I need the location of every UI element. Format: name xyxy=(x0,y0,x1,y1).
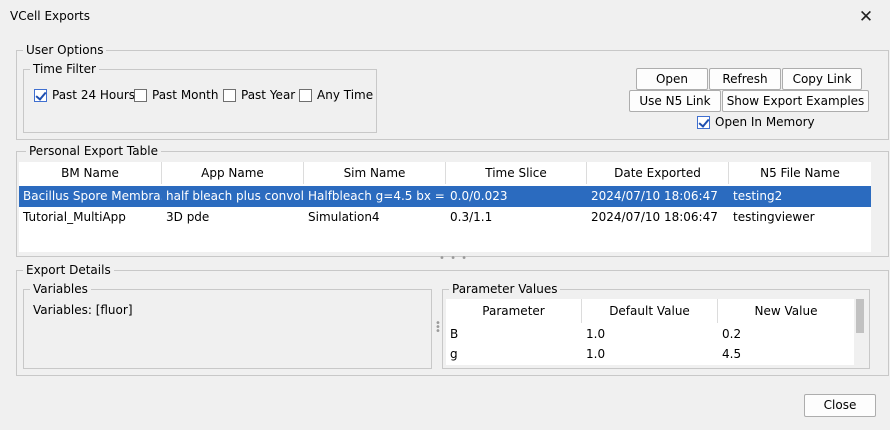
checkbox-past-year[interactable]: Past Year xyxy=(223,88,295,102)
variables-text: Variables: [fluor] xyxy=(33,303,133,317)
table-cell: 0.0/0.023 xyxy=(450,189,508,203)
table-cell: testing2 xyxy=(733,189,783,203)
time-filter-legend: Time Filter xyxy=(30,62,99,76)
export-details-legend: Export Details xyxy=(23,263,114,277)
parameter-values-legend: Parameter Values xyxy=(449,282,561,296)
checkbox-label: Past Month xyxy=(152,88,219,102)
refresh-button[interactable]: Refresh xyxy=(709,68,781,90)
scrollbar-thumb[interactable] xyxy=(856,299,864,333)
scrollbar-vertical[interactable] xyxy=(854,299,866,365)
checkbox-unchecked-icon[interactable] xyxy=(299,88,312,102)
table-row[interactable]: Tutorial_MultiApp 3D pde Simulation4 0.3… xyxy=(19,207,871,228)
checkbox-past-month[interactable]: Past Month xyxy=(134,88,218,102)
table-header: Parameter Default Value New Value xyxy=(446,299,866,323)
show-export-examples-button[interactable]: Show Export Examples xyxy=(722,90,869,112)
column-header[interactable]: N5 File Name xyxy=(729,162,871,184)
checkbox-label: Past Year xyxy=(241,88,296,102)
close-icon[interactable]: ✕ xyxy=(852,6,880,28)
column-header[interactable]: Default Value xyxy=(582,299,718,323)
split-handle-horizontal-icon[interactable]: • • • xyxy=(439,254,468,264)
checkbox-unchecked-icon[interactable] xyxy=(223,88,236,102)
split-handle-vertical-icon[interactable]: • • • xyxy=(435,319,441,337)
table-cell[interactable]: 0.2 xyxy=(718,324,854,345)
variables-legend: Variables xyxy=(30,282,91,296)
table-cell: 2024/07/10 18:06:47 xyxy=(591,189,718,203)
table-cell: Simulation4 xyxy=(308,210,380,224)
table-cell: 2024/07/10 18:06:47 xyxy=(591,210,718,224)
column-header[interactable]: Date Exported xyxy=(587,162,729,184)
table-header: BM Name App Name Sim Name Time Slice Dat… xyxy=(19,162,871,184)
close-button[interactable]: Close xyxy=(804,394,876,417)
use-n5-link-button[interactable]: Use N5 Link xyxy=(629,90,721,112)
parameter-values-table: Parameter Default Value New Value B 1.0 … xyxy=(446,299,866,365)
table-cell: 3D pde xyxy=(166,210,210,224)
table-cell: Bacillus Spore Membra... xyxy=(23,189,162,203)
column-header[interactable]: App Name xyxy=(162,162,304,184)
personal-export-table-legend: Personal Export Table xyxy=(26,144,161,158)
column-header[interactable]: BM Name xyxy=(19,162,162,184)
table-cell: testingviewer xyxy=(733,210,815,224)
user-options-legend: User Options xyxy=(23,43,107,57)
table-cell: Tutorial_MultiApp xyxy=(23,210,126,224)
checkbox-label: Past 24 Hours xyxy=(52,88,136,102)
export-table: BM Name App Name Sim Name Time Slice Dat… xyxy=(19,162,871,252)
open-button[interactable]: Open xyxy=(636,68,708,90)
table-cell: 1.0 xyxy=(586,347,606,361)
column-header[interactable]: Time Slice xyxy=(446,162,587,184)
table-cell: B xyxy=(450,327,459,341)
checkbox-unchecked-icon[interactable] xyxy=(134,88,147,102)
table-cell: Halfbleach g=4.5 bx = ... xyxy=(308,189,446,203)
table-row[interactable]: Bacillus Spore Membra... half bleach plu… xyxy=(19,186,871,207)
table-cell[interactable]: 4.5 xyxy=(718,344,854,365)
table-cell: 0.3/1.1 xyxy=(450,210,493,224)
table-row[interactable]: g 1.0 4.5 xyxy=(446,344,854,365)
column-header[interactable]: New Value xyxy=(718,299,854,323)
table-cell: 1.0 xyxy=(586,327,606,341)
table-cell: g xyxy=(450,347,458,361)
title-bar: VCell Exports ✕ xyxy=(0,0,890,34)
checkbox-any-time[interactable]: Any Time xyxy=(299,88,373,102)
column-header[interactable]: Parameter xyxy=(446,299,582,323)
checkbox-checked-icon[interactable] xyxy=(34,88,47,102)
copy-link-button[interactable]: Copy Link xyxy=(782,68,862,90)
table-cell: half bleach plus convol... xyxy=(166,189,304,203)
table-row[interactable]: B 1.0 0.2 xyxy=(446,324,854,345)
column-header[interactable]: Sim Name xyxy=(304,162,446,184)
checkbox-checked-icon[interactable] xyxy=(697,115,710,129)
checkbox-open-in-memory[interactable]: Open In Memory xyxy=(697,115,815,129)
checkbox-past-24-hours[interactable]: Past 24 Hours xyxy=(34,88,135,102)
window-title: VCell Exports xyxy=(10,9,90,23)
variables-group: Variables xyxy=(23,282,432,369)
checkbox-label: Open In Memory xyxy=(715,115,815,129)
checkbox-label: Any Time xyxy=(317,88,374,102)
